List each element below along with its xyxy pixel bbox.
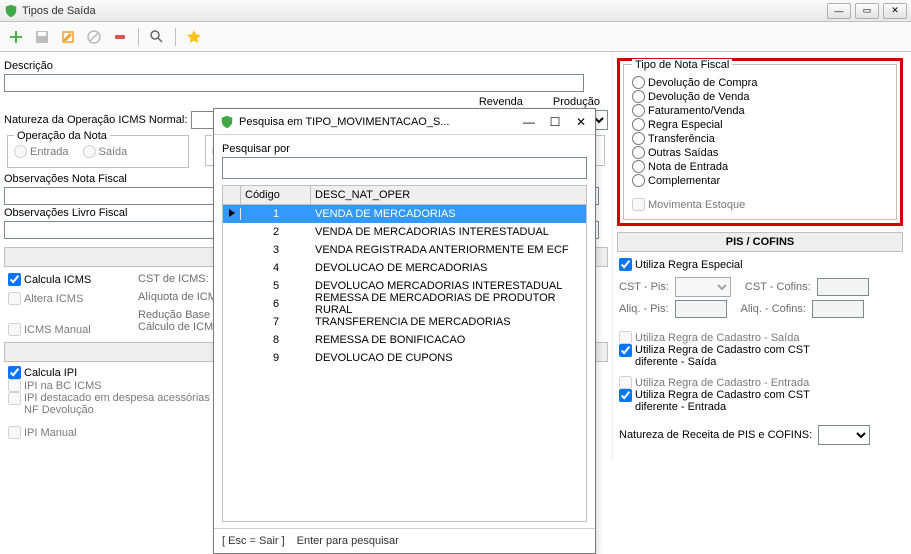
table-row[interactable]: 9DEVOLUCAO DE CUPONS <box>223 349 586 367</box>
pis-title: PIS / COFINS <box>617 232 903 252</box>
modal-maximize-button[interactable]: ☐ <box>547 114 563 130</box>
nota-fiscal-option[interactable]: Nota de Entrada <box>632 160 888 173</box>
pis-cad-saida-check[interactable]: Utiliza Regra de Cadastro - Saída <box>619 331 901 344</box>
window-title: Tipos de Saída <box>22 5 96 17</box>
aliq-pis-input[interactable] <box>675 300 727 318</box>
save-icon[interactable] <box>32 27 52 47</box>
producao-label: Produção <box>553 96 600 108</box>
cst-cofins-label: CST - Cofins: <box>745 281 811 293</box>
icms-manual-check[interactable]: ICMS Manual <box>8 323 118 336</box>
descricao-input[interactable] <box>4 74 584 92</box>
grid-gutter <box>223 186 241 204</box>
pis-cad-entrada-check[interactable]: Utiliza Regra de Cadastro - Entrada <box>619 376 901 389</box>
star-icon[interactable] <box>184 27 204 47</box>
nat-receita-label: Natureza de Receita de PIS e COFINS: <box>619 429 812 441</box>
pis-cad-cst-entrada-check[interactable]: Utiliza Regra de Cadastro com CST difere… <box>619 389 901 413</box>
table-row[interactable]: 6REMESSA DE MERCADORIAS DE PRODUTOR RURA… <box>223 295 586 313</box>
maximize-button[interactable]: ▭ <box>855 3 879 19</box>
nota-fiscal-option[interactable]: Devolução de Compra <box>632 76 888 89</box>
ipi-bc-check[interactable]: IPI na BC ICMS <box>8 379 228 392</box>
modal-title: Pesquisa em TIPO_MOVIMENTACAO_S... <box>239 116 450 128</box>
ipi-manual-check[interactable]: IPI Manual <box>8 426 228 439</box>
table-row[interactable]: 1VENDA DE MERCADORIAS <box>223 205 586 223</box>
operacao-legend: Operação da Nota <box>14 130 110 142</box>
aliq-cofins-label: Aliq. - Cofins: <box>741 303 806 315</box>
aliq-pis-label: Aliq. - Pis: <box>619 303 669 315</box>
obs-nf-label: Observações Nota Fiscal <box>4 173 127 185</box>
aliq-cofins-input[interactable] <box>812 300 864 318</box>
pis-section: PIS / COFINS Utiliza Regra Especial CST … <box>617 232 903 454</box>
entrada-radio[interactable]: Entrada <box>14 145 69 158</box>
titlebar: Tipos de Saída — ▭ ✕ <box>0 0 911 22</box>
pis-cad-cst-saida-check[interactable]: Utiliza Regra de Cadastro com CST difere… <box>619 344 901 368</box>
altera-icms-check[interactable]: Altera ICMS <box>8 292 118 305</box>
edit-icon[interactable] <box>58 27 78 47</box>
modal-app-icon <box>220 115 234 129</box>
close-button[interactable]: ✕ <box>883 3 907 19</box>
modal-minimize-button[interactable]: — <box>521 114 537 130</box>
table-row[interactable]: 2VENDA DE MERCADORIAS INTERESTADUAL <box>223 223 586 241</box>
highlight-box: Tipo de Nota Fiscal Devolução de CompraD… <box>617 58 903 226</box>
add-icon[interactable] <box>6 27 26 47</box>
natureza-label: Natureza da Operação ICMS Normal: <box>4 114 187 126</box>
esc-sair-label: [ Esc = Sair ] <box>222 535 285 547</box>
grid-body[interactable]: 1VENDA DE MERCADORIAS2VENDA DE MERCADORI… <box>223 205 586 521</box>
separator <box>175 28 176 46</box>
enter-pesquisar-label: Enter para pesquisar <box>297 535 399 547</box>
table-row[interactable]: 4DEVOLUCAO DE MERCADORIAS <box>223 259 586 277</box>
nota-fiscal-option[interactable]: Faturamento/Venda <box>632 104 888 117</box>
saida-radio[interactable]: Saída <box>83 145 128 158</box>
cst-pis-label: CST - Pis: <box>619 281 669 293</box>
revenda-label: Revenda <box>479 96 523 108</box>
search-icon[interactable] <box>147 27 167 47</box>
nota-fiscal-option[interactable]: Transferência <box>632 132 888 145</box>
cst-cofins-input[interactable] <box>817 278 869 296</box>
ipi-destacado-check[interactable]: IPI destacado em despesa acessórias - NF… <box>8 392 228 416</box>
table-row[interactable]: 3VENDA REGISTRADA ANTERIORMENTE EM ECF <box>223 241 586 259</box>
toolbar <box>0 22 911 52</box>
cst-pis-select[interactable] <box>675 277 731 297</box>
results-grid: Código DESC_NAT_OPER 1VENDA DE MERCADORI… <box>222 185 587 522</box>
nota-fiscal-option[interactable]: Regra Especial <box>632 118 888 131</box>
nota-fiscal-option[interactable]: Outras Saídas <box>632 146 888 159</box>
descricao-label: Descrição <box>4 60 53 72</box>
calcula-icms-check[interactable]: Calcula ICMS <box>8 273 118 286</box>
minimize-button[interactable]: — <box>827 3 851 19</box>
mov-estoque-check[interactable]: Movimenta Estoque <box>632 198 888 211</box>
app-icon <box>4 4 18 18</box>
obs-livro-label: Observações Livro Fiscal <box>4 207 128 219</box>
delete-icon[interactable] <box>110 27 130 47</box>
nota-fiscal-option[interactable]: Devolução de Venda <box>632 90 888 103</box>
pis-regra-esp-check[interactable]: Utiliza Regra Especial <box>619 258 901 271</box>
nota-fiscal-option[interactable]: Complementar <box>632 174 888 187</box>
nota-fiscal-legend: Tipo de Nota Fiscal <box>632 59 732 71</box>
pesquisar-input[interactable] <box>222 157 587 179</box>
modal-close-button[interactable]: ✕ <box>573 114 589 130</box>
pesquisar-por-label: Pesquisar por <box>222 143 290 155</box>
table-row[interactable]: 7TRANSFERENCIA DE MERCADORIAS <box>223 313 586 331</box>
search-modal: Pesquisa em TIPO_MOVIMENTACAO_S... — ☐ ✕… <box>213 108 596 554</box>
content: Descrição Revenda Produção Natureza da O… <box>0 52 911 532</box>
grid-col-codigo[interactable]: Código <box>241 186 311 204</box>
separator <box>138 28 139 46</box>
cancel-icon[interactable] <box>84 27 104 47</box>
nat-receita-select[interactable] <box>818 425 870 445</box>
grid-col-desc[interactable]: DESC_NAT_OPER <box>311 186 586 204</box>
table-row[interactable]: 8REMESSA DE BONIFICACAO <box>223 331 586 349</box>
